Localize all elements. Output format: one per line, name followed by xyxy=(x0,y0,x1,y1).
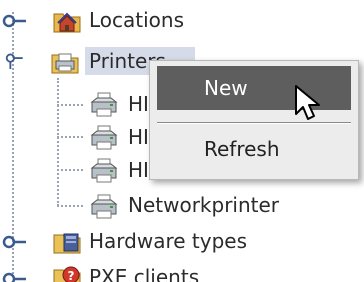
printer-icon xyxy=(90,158,118,183)
svg-text:?: ? xyxy=(68,269,75,282)
hardware-folder-icon xyxy=(53,233,81,254)
tree-item-pxe-clients[interactable]: PXE clients xyxy=(89,263,199,282)
tree-connector-h4 xyxy=(57,205,83,207)
menu-item-refresh[interactable]: Refresh xyxy=(157,127,351,171)
context-menu: New Refresh xyxy=(149,60,359,180)
printer-icon xyxy=(90,125,118,150)
tree-item-locations[interactable]: Locations xyxy=(89,6,184,34)
mouse-pointer-icon xyxy=(295,85,320,120)
pxe-folder-icon: ? xyxy=(53,266,81,282)
tree-connector-h2 xyxy=(57,136,83,138)
collapsed-handle-icon[interactable] xyxy=(2,271,26,282)
tree-connector-printers xyxy=(57,78,59,206)
tree-item-networkprinter[interactable]: Networkprinter xyxy=(128,191,279,219)
tree-item-hardware-types[interactable]: Hardware types xyxy=(89,227,247,255)
tree-item-printer-2[interactable]: HI xyxy=(128,123,149,151)
printer-folder-icon xyxy=(51,53,79,74)
tree-item-printer-3[interactable]: HI xyxy=(128,156,149,184)
tree-item-printer-1[interactable]: HI xyxy=(128,90,149,118)
expanded-handle-icon[interactable] xyxy=(2,53,26,69)
tree-view-stage: Locations Printers HI HI HI Networkprint… xyxy=(0,0,364,282)
collapsed-handle-icon[interactable] xyxy=(2,234,26,250)
house-folder-icon xyxy=(53,12,81,33)
tree-connector-h1 xyxy=(57,104,83,106)
collapsed-handle-icon[interactable] xyxy=(2,13,26,29)
tree-connector-h3 xyxy=(57,169,83,171)
printer-icon xyxy=(90,194,118,219)
printer-icon xyxy=(90,92,118,117)
